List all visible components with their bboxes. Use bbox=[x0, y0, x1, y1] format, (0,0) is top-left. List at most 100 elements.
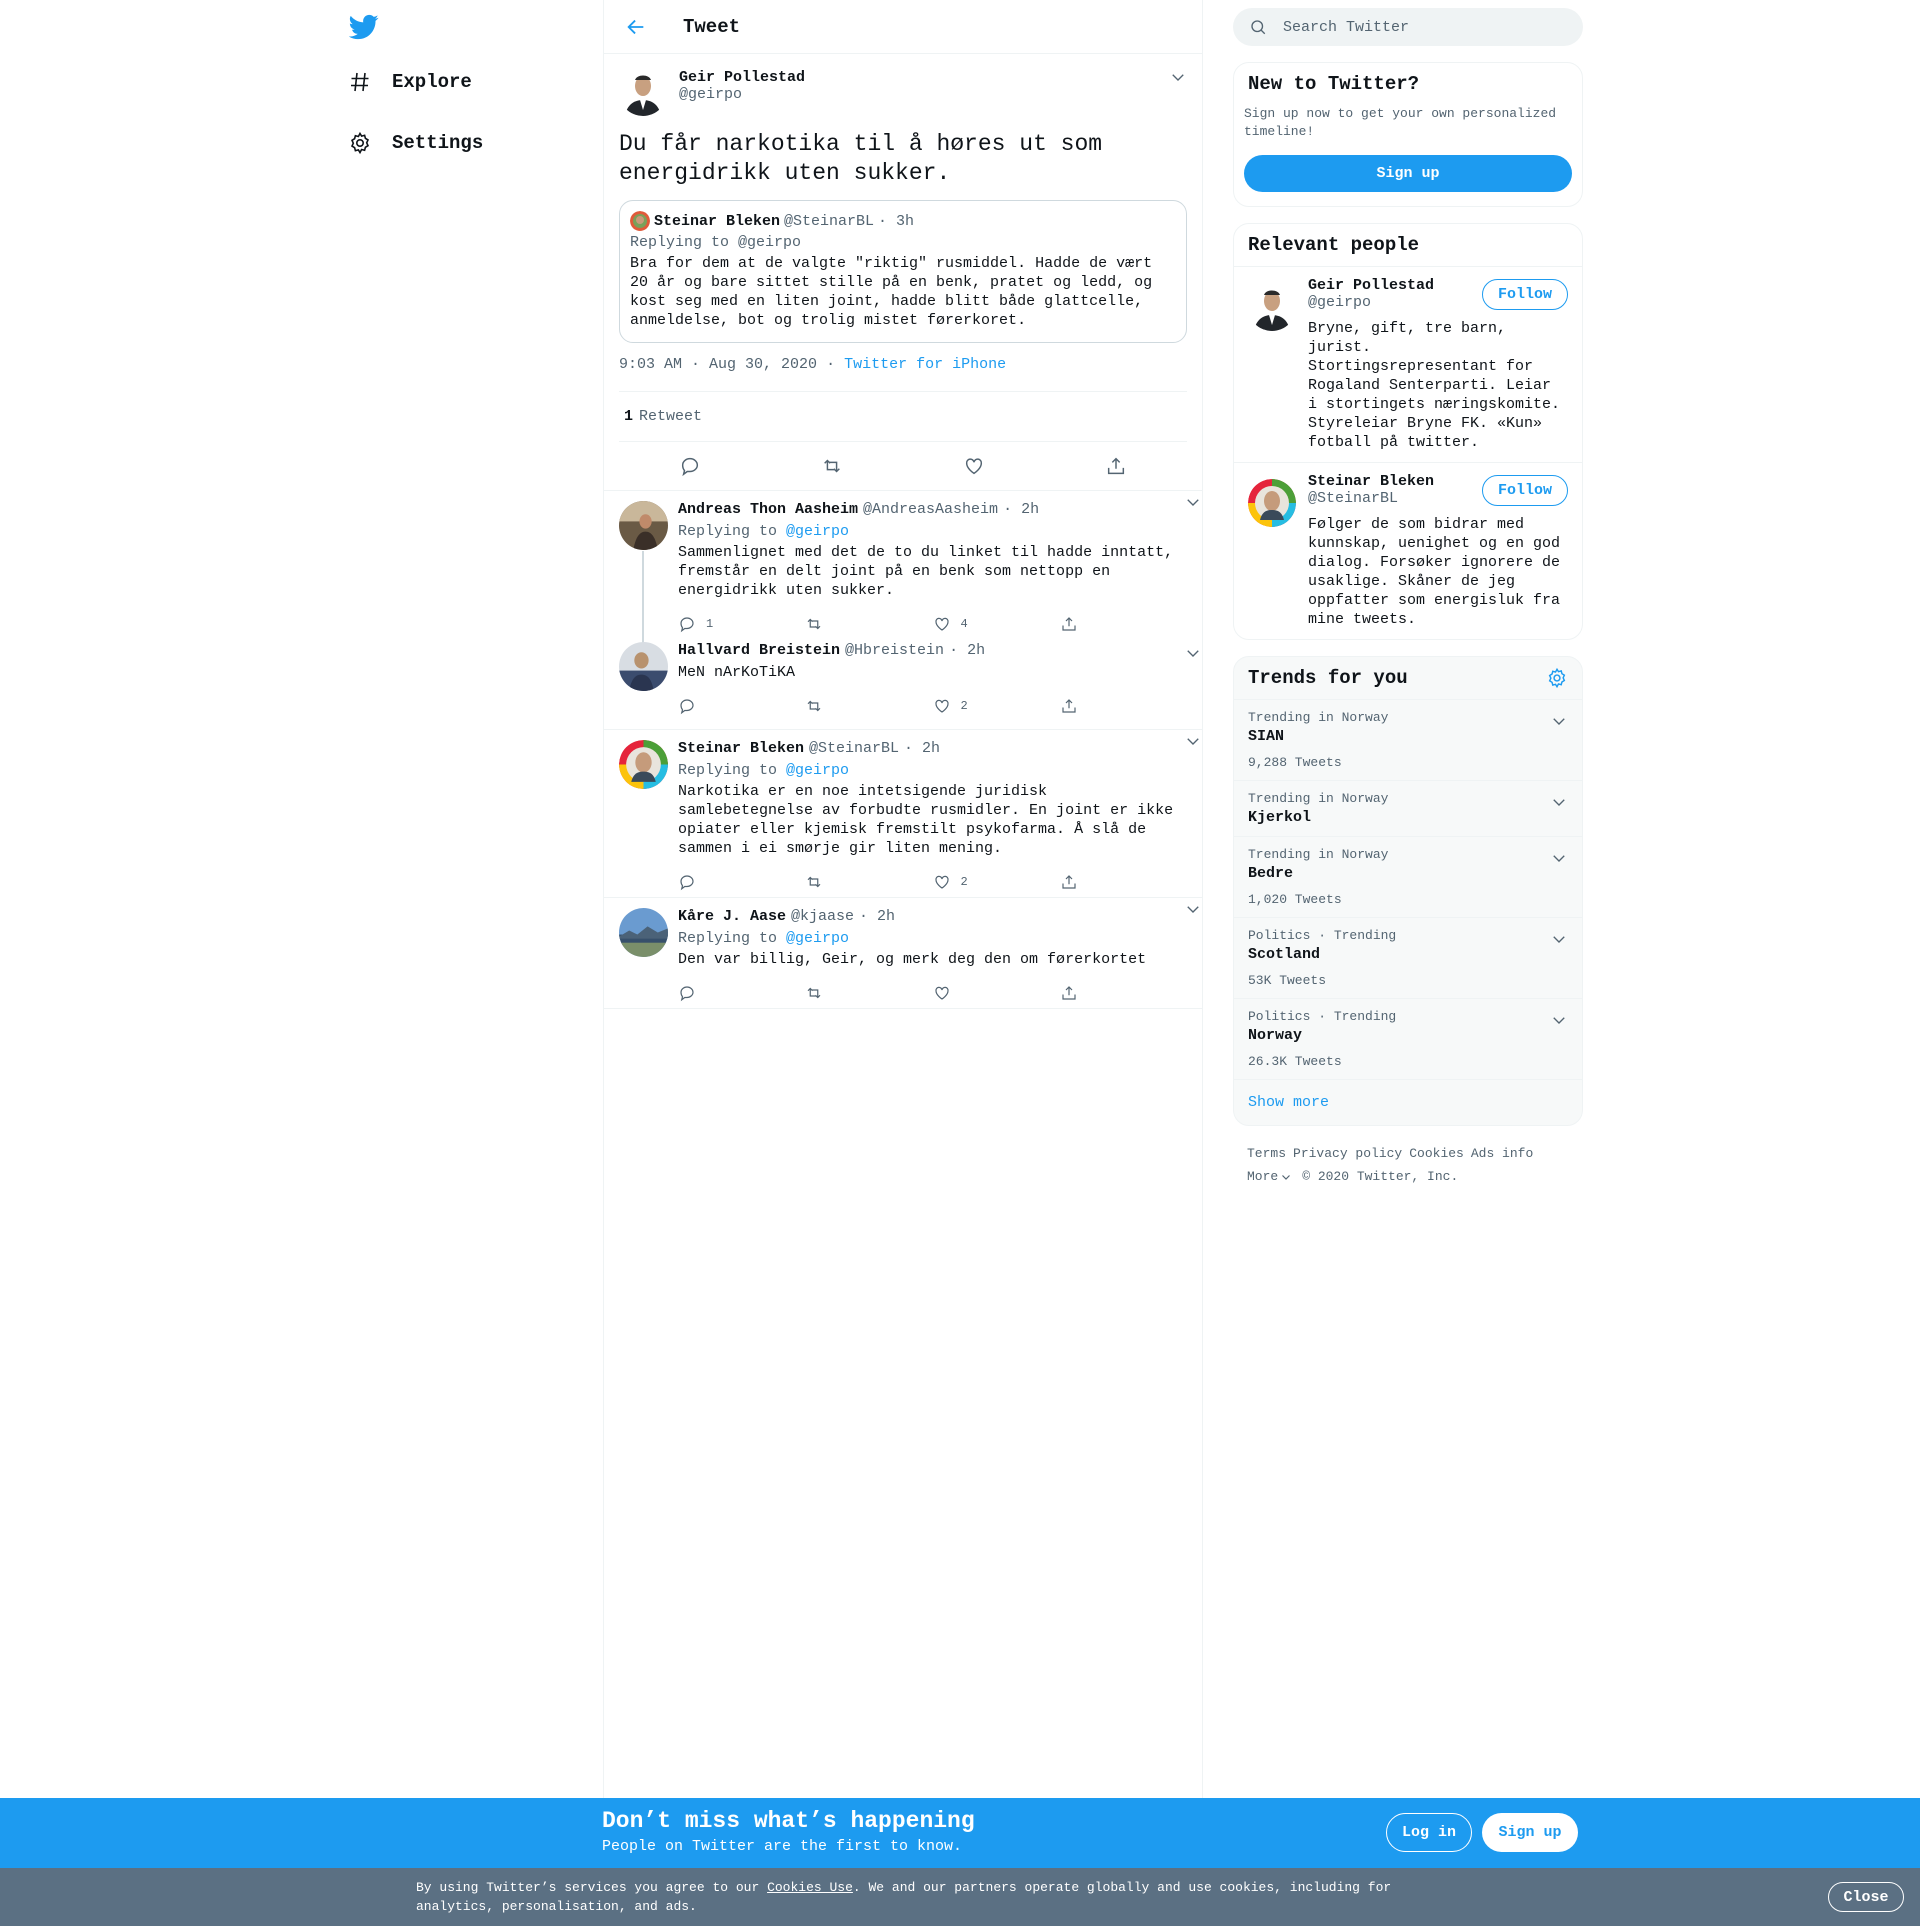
retweet-button[interactable] bbox=[805, 615, 932, 633]
tweet-text: Du får narkotika til å høres ut som ener… bbox=[619, 131, 1103, 186]
chevron-down-icon[interactable] bbox=[1550, 712, 1568, 730]
replying-to-link[interactable]: @geirpo bbox=[786, 523, 849, 540]
reply-author-name[interactable]: Hallvard Breistein bbox=[678, 642, 840, 663]
trend-name: SIAN bbox=[1248, 728, 1285, 745]
tweet-source[interactable]: Twitter for iPhone bbox=[844, 356, 1006, 373]
twitter-bird-icon[interactable] bbox=[349, 12, 379, 42]
reply-button[interactable] bbox=[678, 697, 805, 715]
reply-author-handle[interactable]: @kjaase bbox=[791, 908, 854, 929]
avatar[interactable] bbox=[619, 740, 668, 789]
tweet-stats[interactable]: 1 Retweet bbox=[619, 392, 1187, 442]
footer-link-privacy[interactable]: Privacy policy bbox=[1293, 1146, 1402, 1161]
replying-to: Replying to @geirpo bbox=[678, 929, 1187, 948]
replying-prefix: Replying to bbox=[678, 930, 778, 947]
trend-item[interactable]: Trending in Norway SIAN 9,288 Tweets bbox=[1234, 700, 1582, 781]
retweet-button[interactable] bbox=[805, 697, 932, 715]
reply-author-name[interactable]: Kåre J. Aase bbox=[678, 908, 786, 929]
trend-item[interactable]: Politics · Trending Norway 26.3K Tweets bbox=[1234, 999, 1582, 1080]
chevron-down-icon[interactable] bbox=[1169, 68, 1187, 86]
replying-to-link[interactable]: @geirpo bbox=[786, 762, 849, 779]
avatar[interactable] bbox=[619, 501, 668, 550]
trend-name: Kjerkol bbox=[1248, 809, 1312, 826]
share-icon[interactable] bbox=[1105, 455, 1127, 477]
trend-count: 1,020 Tweets bbox=[1248, 892, 1342, 907]
share-button[interactable] bbox=[1060, 615, 1187, 633]
cookies-use-link[interactable]: Cookies Use bbox=[767, 1880, 853, 1895]
chevron-down-icon[interactable] bbox=[1280, 1171, 1292, 1183]
author-name[interactable]: Geir Pollestad bbox=[679, 69, 805, 86]
chevron-down-icon[interactable] bbox=[1184, 644, 1202, 662]
like-button[interactable] bbox=[933, 984, 1060, 1002]
reply-author-handle[interactable]: @SteinarBL bbox=[809, 740, 899, 761]
reply-time[interactable]: · 2h bbox=[949, 642, 985, 663]
author-handle[interactable]: @geirpo bbox=[679, 86, 805, 103]
like-button[interactable]: 4 bbox=[933, 615, 1060, 633]
person-item[interactable]: Steinar Bleken @SteinarBL Følger de som … bbox=[1234, 462, 1582, 639]
quoted-tweet[interactable]: Steinar Bleken @SteinarBL · 3h Replying … bbox=[619, 200, 1187, 343]
chevron-down-icon[interactable] bbox=[1184, 900, 1202, 918]
share-button[interactable] bbox=[1060, 873, 1187, 891]
reply-time[interactable]: · 2h bbox=[904, 740, 940, 761]
like-count: 4 bbox=[960, 617, 968, 631]
chevron-down-icon[interactable] bbox=[1550, 849, 1568, 867]
footer-link-ads-info[interactable]: Ads info bbox=[1471, 1146, 1533, 1161]
reply-time[interactable]: · 2h bbox=[1003, 501, 1039, 522]
reply-time[interactable]: · 2h bbox=[859, 908, 895, 929]
avatar[interactable] bbox=[619, 68, 667, 116]
reply-author-name[interactable]: Andreas Thon Aasheim bbox=[678, 501, 858, 522]
share-icon bbox=[1060, 873, 1078, 891]
like-button[interactable]: 2 bbox=[933, 873, 1060, 891]
trend-item[interactable]: Politics · Trending Scotland 53K Tweets bbox=[1234, 918, 1582, 999]
nav-settings[interactable]: Settings bbox=[348, 131, 483, 155]
person-item[interactable]: Geir Pollestad @geirpo Bryne, gift, tre … bbox=[1234, 266, 1582, 462]
tweet-time[interactable]: 9:03 AM · Aug 30, 2020 bbox=[619, 356, 817, 373]
new-to-twitter-subtitle: Sign up now to get your own personalized… bbox=[1244, 106, 1557, 139]
trend-item[interactable]: Trending in Norway Bedre 1,020 Tweets bbox=[1234, 837, 1582, 918]
reply-tweet[interactable]: Kåre J. Aase @kjaase · 2h Replying to @g… bbox=[604, 898, 1202, 1009]
reply-tweet[interactable]: Hallvard Breistein @Hbreistein · 2h MeN … bbox=[604, 642, 1202, 730]
gear-icon[interactable] bbox=[1546, 667, 1582, 689]
chevron-down-icon[interactable] bbox=[1550, 1011, 1568, 1029]
reply-author-name[interactable]: Steinar Bleken bbox=[678, 740, 804, 761]
sign-up-button[interactable]: Sign up bbox=[1244, 155, 1572, 192]
reply-tweet[interactable]: Andreas Thon Aasheim @AndreasAasheim · 2… bbox=[604, 491, 1202, 649]
retweet-button[interactable] bbox=[805, 984, 932, 1002]
like-button[interactable]: 2 bbox=[933, 697, 1060, 715]
log-in-button[interactable]: Log in bbox=[1386, 1813, 1472, 1852]
reply-button[interactable]: 1 bbox=[678, 615, 805, 633]
search-input[interactable]: Search Twitter bbox=[1233, 8, 1583, 46]
chevron-down-icon[interactable] bbox=[1550, 793, 1568, 811]
retweet-icon[interactable] bbox=[821, 455, 843, 477]
share-button[interactable] bbox=[1060, 697, 1187, 715]
replying-to-link[interactable]: @geirpo bbox=[786, 930, 849, 947]
footer-link-terms[interactable]: Terms bbox=[1247, 1146, 1286, 1161]
trend-name: Bedre bbox=[1248, 865, 1294, 882]
avatar[interactable] bbox=[1248, 479, 1296, 527]
close-button[interactable]: Close bbox=[1828, 1882, 1904, 1912]
chevron-down-icon[interactable] bbox=[1184, 493, 1202, 511]
reply-icon[interactable] bbox=[679, 455, 701, 477]
footer-more[interactable]: More bbox=[1247, 1165, 1278, 1188]
share-icon bbox=[1060, 697, 1078, 715]
like-icon[interactable] bbox=[963, 455, 985, 477]
share-button[interactable] bbox=[1060, 984, 1187, 1002]
show-more-link[interactable]: Show more bbox=[1234, 1080, 1582, 1125]
reply-button[interactable] bbox=[678, 873, 805, 891]
nav-explore[interactable]: Explore bbox=[348, 70, 472, 94]
chevron-down-icon[interactable] bbox=[1184, 732, 1202, 750]
follow-button[interactable]: Follow bbox=[1481, 475, 1568, 506]
footer-link-cookies[interactable]: Cookies bbox=[1409, 1146, 1464, 1161]
reply-tweet[interactable]: Steinar Bleken @SteinarBL · 2h Replying … bbox=[604, 730, 1202, 898]
chevron-down-icon[interactable] bbox=[1550, 930, 1568, 948]
avatar[interactable] bbox=[619, 908, 668, 957]
trend-item[interactable]: Trending in Norway Kjerkol bbox=[1234, 781, 1582, 837]
reply-author-handle[interactable]: @Hbreistein bbox=[845, 642, 944, 663]
retweet-button[interactable] bbox=[805, 873, 932, 891]
back-arrow-icon[interactable] bbox=[625, 16, 647, 38]
follow-button[interactable]: Follow bbox=[1481, 279, 1568, 310]
avatar[interactable] bbox=[1248, 283, 1296, 331]
sign-up-button[interactable]: Sign up bbox=[1482, 1813, 1578, 1852]
reply-author-handle[interactable]: @AndreasAasheim bbox=[863, 501, 998, 522]
avatar[interactable] bbox=[619, 642, 668, 691]
reply-button[interactable] bbox=[678, 984, 805, 1002]
